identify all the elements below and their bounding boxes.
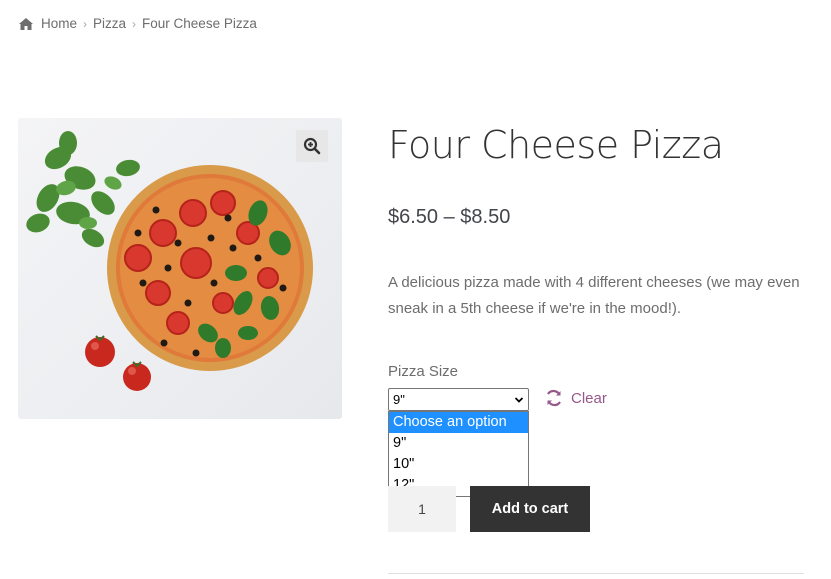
product-page: Home › Pizza › Four Cheese Pizza Four Ch… bbox=[0, 0, 831, 579]
breadcrumb-current: Four Cheese Pizza bbox=[142, 16, 257, 31]
pizza-size-dropdown: Choose an option 9" 10" 12" bbox=[388, 411, 529, 497]
clear-variation-link[interactable]: Clear bbox=[545, 389, 607, 407]
pizza-size-selected-value: 9" bbox=[393, 392, 405, 407]
clear-label: Clear bbox=[571, 389, 607, 407]
dropdown-option[interactable]: 10" bbox=[389, 454, 528, 475]
product-title: Four Cheese Pizza bbox=[388, 123, 724, 167]
breadcrumb-separator: › bbox=[83, 16, 88, 31]
add-to-cart-button[interactable]: Add to cart bbox=[470, 486, 590, 532]
home-icon bbox=[19, 17, 33, 30]
refresh-icon bbox=[547, 389, 561, 407]
divider bbox=[388, 573, 804, 574]
pizza-size-label: Pizza Size bbox=[388, 363, 459, 380]
breadcrumb-home[interactable]: Home bbox=[41, 16, 77, 31]
zoom-button[interactable] bbox=[296, 130, 328, 162]
product-description: A delicious pizza made with 4 different … bbox=[388, 274, 800, 317]
dropdown-option[interactable]: Choose an option bbox=[389, 412, 528, 433]
breadcrumb: Home › Pizza › Four Cheese Pizza bbox=[18, 16, 257, 31]
quantity-input[interactable]: 1 bbox=[388, 486, 456, 532]
pizza-photo bbox=[26, 131, 313, 391]
zoom-icon bbox=[303, 137, 321, 155]
dropdown-option[interactable]: 9" bbox=[389, 433, 528, 454]
breadcrumb-pizza[interactable]: Pizza bbox=[93, 16, 126, 31]
breadcrumb-separator: › bbox=[132, 16, 137, 31]
product-image[interactable] bbox=[18, 118, 342, 419]
pizza-size-select[interactable]: 9" bbox=[388, 388, 529, 411]
chevron-down-icon bbox=[514, 396, 524, 403]
product-price: $6.50 – $8.50 bbox=[388, 206, 511, 228]
